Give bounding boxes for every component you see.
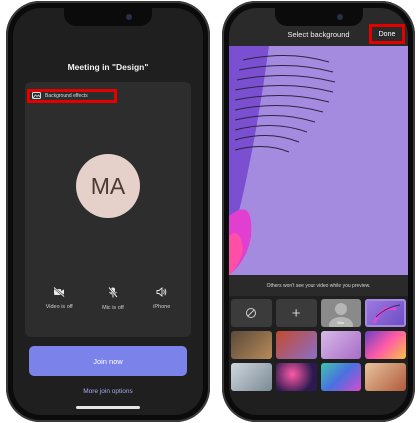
background-tile[interactable] [365, 331, 406, 359]
phone-notch [64, 8, 152, 26]
background-tile[interactable] [275, 363, 317, 391]
avatar: MA [76, 154, 140, 218]
more-join-options-link[interactable]: More join options [13, 388, 203, 395]
background-effects-icon [32, 92, 41, 99]
background-tile[interactable] [275, 331, 317, 359]
phone-notch [274, 8, 363, 26]
mic-status-label: Mic is off [102, 305, 124, 311]
audio-device-label: iPhone [153, 304, 171, 310]
audio-device-button[interactable]: iPhone [153, 287, 170, 311]
speaker-icon [156, 287, 167, 297]
purple-abstract-image [372, 304, 400, 324]
done-button[interactable]: Done [369, 24, 405, 44]
video-status-label: Video is off [45, 304, 73, 310]
background-effects-label: Background effects [45, 92, 88, 99]
preview-notice: Others won't see your video while you pr… [229, 275, 408, 296]
add-background-tile[interactable]: + [275, 299, 317, 327]
prejoin-screen: Meeting in "Design" Background effects M… [13, 8, 203, 415]
blur-caption: Blur [337, 320, 345, 325]
avatar-initials: MA [90, 172, 126, 199]
background-preview [229, 46, 408, 275]
control-bar: Video is off Mic is off iPhone [25, 287, 191, 311]
background-tile[interactable] [320, 363, 362, 391]
blur-background-tile[interactable]: Blur [320, 299, 362, 327]
mic-toggle[interactable]: Mic is off [102, 287, 124, 311]
video-toggle[interactable]: Video is off [46, 287, 73, 311]
meeting-title: Meeting in "Design" [67, 62, 149, 72]
mic-off-icon [108, 287, 118, 298]
left-phone: Meeting in "Design" Background effects M… [6, 1, 210, 422]
background-effects-button[interactable]: Background effects [29, 90, 91, 101]
background-picker-screen: Select background Done Others won't see … [229, 8, 408, 415]
home-indicator [76, 406, 140, 409]
right-phone: Select background Done Others won't see … [222, 1, 415, 422]
background-grid: + Blur [231, 299, 406, 391]
no-background-icon [246, 308, 257, 318]
no-background-tile[interactable] [231, 299, 272, 327]
background-tile[interactable] [231, 363, 272, 391]
abstract-background-art [229, 46, 408, 275]
video-off-icon [53, 287, 65, 297]
plus-icon: + [291, 304, 301, 322]
background-tile[interactable] [320, 331, 362, 359]
background-tile-selected[interactable] [365, 299, 406, 327]
video-preview: Background effects MA Video is off Mic i… [25, 82, 191, 337]
join-now-button[interactable]: Join now [29, 346, 187, 376]
background-tile[interactable] [365, 363, 406, 391]
background-tile[interactable] [231, 331, 272, 359]
